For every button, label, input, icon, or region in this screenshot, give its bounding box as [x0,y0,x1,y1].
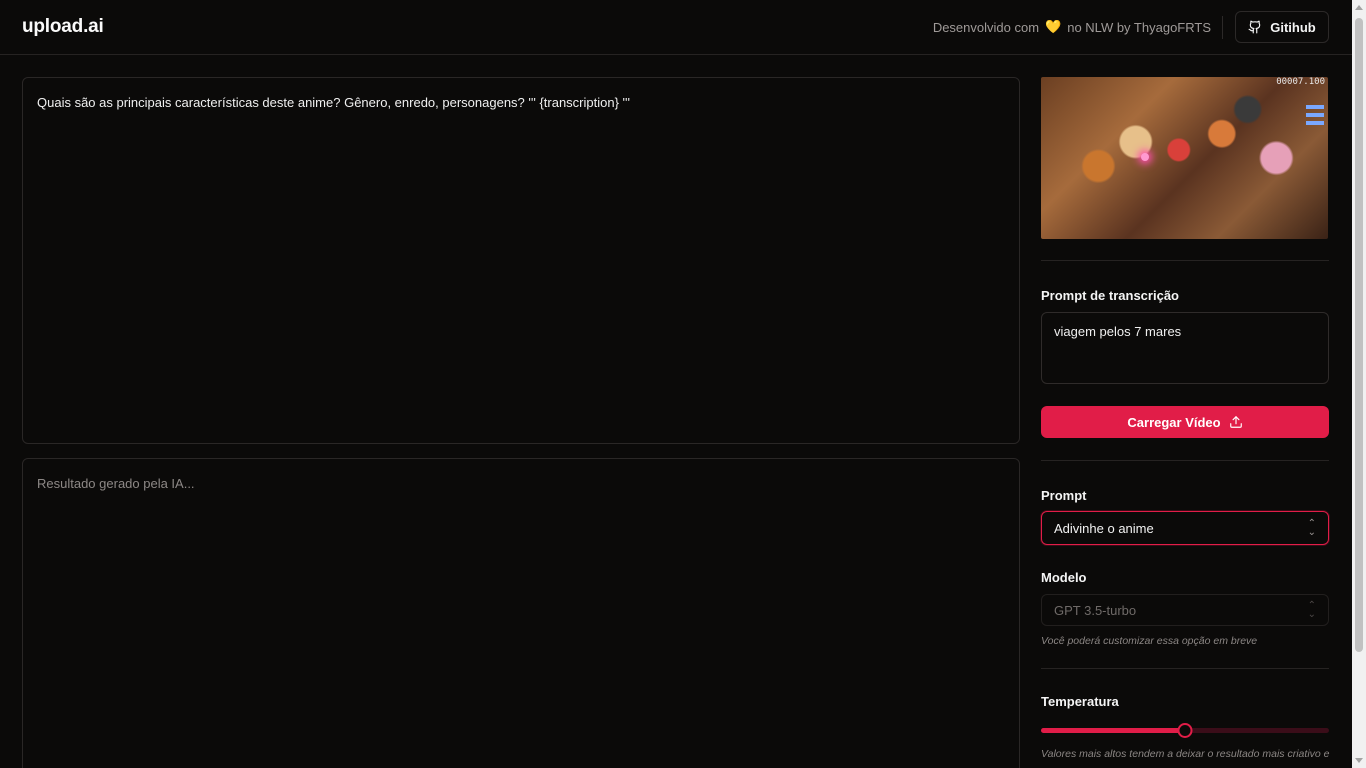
temperature-hint: Valores mais altos tendem a deixar o res… [1041,748,1330,760]
transcription-label: Prompt de transcrição [1041,288,1179,303]
page-scrollbar[interactable] [1352,0,1366,768]
divider [1041,460,1329,461]
result-textarea[interactable]: Resultado gerado pela IA... [22,458,1020,768]
credit-prefix: Desenvolvido com [932,19,1040,35]
hud-bar [1306,121,1324,125]
model-hint: Você poderá customizar essa opção em bre… [1041,635,1258,647]
cursor-marker [1141,153,1149,161]
chevron-up-down-icon: ⌃ ⌄ [1307,518,1316,538]
github-button[interactable]: Gitihub [1235,11,1329,43]
app-logo: upload.ai [22,16,104,37]
prompt-select-value: Adivinhe o anime [1054,520,1154,536]
divider [1041,260,1329,261]
prompt-label: Prompt [1041,488,1087,503]
prompt-select[interactable]: Adivinhe o anime ⌃ ⌄ [1041,511,1329,545]
github-button-label: Gitihub [1270,19,1316,35]
heart-icon: 💛 [1045,19,1062,34]
github-icon [1248,20,1262,34]
hud-bar [1306,113,1324,117]
credit-suffix: no NLW by ThyagoFRTS [1067,19,1211,35]
upload-video-button[interactable]: Carregar Vídeo [1041,406,1329,438]
header-right: Desenvolvido com 💛 no NLW by ThyagoFRTS … [933,0,1329,54]
model-select-value: GPT 3.5-turbo [1054,602,1137,618]
transcription-input[interactable]: viagem pelos 7 mares [1041,312,1329,384]
slider-thumb[interactable] [1177,723,1193,738]
scroll-down-arrow-icon[interactable] [1355,758,1363,763]
sidebar: 00007.100 Prompt de transcrição viagem p… [1041,77,1330,760]
temperature-label: Temperatura [1041,694,1119,709]
prompt-textarea[interactable]: Quais são as principais características … [22,77,1020,444]
scroll-up-arrow-icon[interactable] [1355,5,1363,10]
hud-bar [1306,105,1324,109]
chevron-up-down-icon: ⌃ ⌄ [1307,600,1316,620]
temperature-slider[interactable] [1041,722,1329,738]
slider-fill [1041,728,1185,733]
upload-button-label: Carregar Vídeo [1127,414,1221,430]
video-preview[interactable]: 00007.100 [1041,77,1328,239]
header-divider [1222,15,1223,39]
credit-text: Desenvolvido com 💛 no NLW by ThyagoFRTS [933,19,1211,35]
upload-icon [1229,415,1243,429]
scrollbar-handle[interactable] [1355,18,1363,652]
model-label: Modelo [1041,570,1087,585]
video-score: 00007.100 [1276,77,1325,87]
app-header: upload.ai Desenvolvido com 💛 no NLW by T… [0,0,1352,55]
model-select[interactable]: GPT 3.5-turbo ⌃ ⌄ [1041,594,1329,626]
divider [1041,668,1329,669]
